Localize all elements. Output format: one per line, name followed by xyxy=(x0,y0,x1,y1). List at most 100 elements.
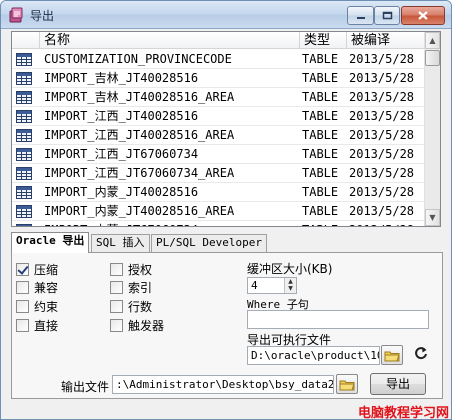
scroll-up-button[interactable]: ▲ xyxy=(425,32,440,49)
row-icon-cell xyxy=(12,69,40,88)
row-icon-cell xyxy=(12,221,40,226)
row-name: IMPORT_内蒙_JT40028516 xyxy=(44,185,199,199)
row-name: IMPORT_吉林_JT40028516_AREA xyxy=(44,90,235,104)
row-icon-cell xyxy=(12,183,40,202)
minimize-icon xyxy=(356,16,365,19)
table-icon xyxy=(16,186,32,199)
table-row[interactable]: IMPORT_江西_JT67060734_AREA TABLE 2013/5/28 xyxy=(12,164,426,183)
spin-down-icon[interactable]: ▼ xyxy=(285,285,296,292)
checkbox-label: 约束 xyxy=(34,299,59,314)
tab-oracle-export[interactable]: Oracle 导出 xyxy=(11,232,90,253)
row-icon-cell xyxy=(12,126,40,145)
tab-plsql-developer[interactable]: PL/SQL Developer xyxy=(151,234,267,252)
checkbox-box[interactable] xyxy=(16,318,29,332)
close-button[interactable] xyxy=(401,6,445,25)
checkbox-triggers[interactable]: 触发器 xyxy=(110,318,164,333)
row-type: TABLE xyxy=(302,185,339,199)
title-bar: 导出 xyxy=(1,1,451,29)
table-row[interactable]: IMPORT_江西_JT40028516_AREA TABLE 2013/5/28 xyxy=(12,126,426,145)
row-icon-cell xyxy=(12,107,40,126)
row-compiled: 2013/5/28 xyxy=(349,52,415,66)
table-row[interactable]: IMPORT_江西_JT67060734 TABLE 2013/5/28 xyxy=(12,145,426,164)
buffer-size-spinner[interactable]: 4 ▲ ▼ xyxy=(247,277,297,294)
checkbox-box[interactable] xyxy=(110,262,123,276)
table-row[interactable]: IMPORT_吉林_JT40028516_AREA TABLE 2013/5/28 xyxy=(12,88,426,107)
row-name: IMPORT_内蒙_JT67060734 xyxy=(42,221,300,226)
checkbox-box[interactable] xyxy=(110,299,123,313)
row-icon-cell xyxy=(12,50,40,69)
table-row[interactable]: IMPORT_内蒙_JT67060734TABLE2013/5/28 xyxy=(12,221,426,226)
row-type: TABLE xyxy=(302,204,339,218)
checkbox-constraints[interactable]: 约束 xyxy=(16,299,59,314)
table-row[interactable]: IMPORT_江西_JT40028516 TABLE 2013/5/28 xyxy=(12,107,426,126)
where-clause-input[interactable] xyxy=(247,310,429,329)
refresh-icon[interactable] xyxy=(414,346,428,360)
checkbox-compress[interactable]: 压缩 xyxy=(16,262,59,277)
scroll-down-button[interactable]: ▼ xyxy=(425,209,440,226)
checkbox-compatible[interactable]: 兼容 xyxy=(16,280,59,295)
buffer-size-value[interactable]: 4 xyxy=(251,279,258,292)
row-type: TABLE xyxy=(302,90,339,104)
row-type: TABLE xyxy=(302,166,339,180)
header-name[interactable]: 名称 xyxy=(40,32,300,49)
checkbox-box[interactable] xyxy=(110,318,123,332)
table-icon xyxy=(16,205,32,218)
row-compiled: 2013/5/28 xyxy=(349,128,415,142)
row-name: IMPORT_江西_JT67060734_AREA xyxy=(44,166,235,180)
folder-icon xyxy=(339,380,355,390)
app-icon xyxy=(9,7,23,23)
header-icon-column xyxy=(12,32,40,49)
watermark-text: 电脑教程学习网 xyxy=(357,406,449,420)
row-type: TABLE xyxy=(302,52,339,66)
row-icon-cell xyxy=(12,145,40,164)
buffer-size-label: 缓冲区大小(KB) xyxy=(247,262,333,276)
checkbox-indexes[interactable]: 索引 xyxy=(110,280,152,295)
row-icon-cell xyxy=(12,202,40,221)
vertical-scrollbar[interactable]: ▲ ▼ xyxy=(424,32,440,226)
browse-output-button[interactable] xyxy=(336,374,358,394)
checkbox-direct[interactable]: 直接 xyxy=(16,318,59,333)
export-button[interactable]: 导出 xyxy=(370,373,426,395)
export-executable-input[interactable]: D:\oracle\product\10.2 xyxy=(247,346,380,365)
maximize-button[interactable] xyxy=(374,6,400,25)
browse-executable-button[interactable] xyxy=(381,345,403,365)
checkbox-label: 压缩 xyxy=(34,262,59,277)
checkbox-label: 行数 xyxy=(128,299,153,314)
row-type: TABLE xyxy=(302,128,339,142)
table-row[interactable]: IMPORT_内蒙_JT40028516_AREA TABLE 2013/5/28 xyxy=(12,202,426,221)
checkbox-box[interactable] xyxy=(16,280,29,294)
spin-arrows[interactable]: ▲ ▼ xyxy=(284,278,296,293)
scroll-thumb[interactable] xyxy=(425,50,440,66)
row-name: IMPORT_江西_JT67060734 xyxy=(44,147,199,161)
output-file-input[interactable]: :\Administrator\Desktop\bsy_data2.dmp xyxy=(112,375,334,394)
header-compiled[interactable]: 被编译 xyxy=(347,32,427,49)
row-compiled: 2013/5/28 xyxy=(349,185,415,199)
minimize-button[interactable] xyxy=(347,6,374,25)
object-list[interactable]: 名称 类型 被编译 CUSTOMIZATION_PROVINCECODE TABL… xyxy=(11,31,441,227)
table-icon xyxy=(16,167,32,180)
checkbox-label: 直接 xyxy=(34,318,59,333)
row-compiled: 2013/5/28 xyxy=(349,204,415,218)
row-name: IMPORT_吉林_JT40028516 xyxy=(44,71,199,85)
checkbox-rows[interactable]: 行数 xyxy=(110,299,153,314)
export-dialog: 导出 名称 类型 被编译 CUSTOMIZATION_PROVINCECODE T… xyxy=(0,0,452,420)
object-list-header: 名称 类型 被编译 xyxy=(12,32,426,49)
tab-sql-insert[interactable]: SQL 插入 xyxy=(91,234,150,252)
table-row[interactable]: IMPORT_内蒙_JT40028516 TABLE 2013/5/28 xyxy=(12,183,426,202)
table-icon xyxy=(16,72,32,85)
table-row[interactable]: CUSTOMIZATION_PROVINCECODE TABLE 2013/5/28 xyxy=(12,50,426,69)
checkbox-label: 兼容 xyxy=(34,280,59,295)
maximize-icon xyxy=(382,11,392,20)
table-icon xyxy=(16,224,32,226)
header-type[interactable]: 类型 xyxy=(300,32,347,49)
checkbox-box[interactable] xyxy=(110,280,123,294)
checkbox-grants[interactable]: 授权 xyxy=(110,262,152,277)
checkbox-box[interactable] xyxy=(16,262,29,276)
row-compiled: 2013/5/28 xyxy=(349,90,415,104)
checkbox-box[interactable] xyxy=(16,299,29,313)
row-name: IMPORT_江西_JT40028516 xyxy=(44,109,199,123)
export-tabs: Oracle 导出 SQL 插入 PL/SQL Developer xyxy=(11,232,441,253)
table-row[interactable]: IMPORT_吉林_JT40028516 TABLE 2013/5/28 xyxy=(12,69,426,88)
row-type: TABLE xyxy=(302,147,339,161)
spin-up-icon[interactable]: ▲ xyxy=(285,278,296,285)
